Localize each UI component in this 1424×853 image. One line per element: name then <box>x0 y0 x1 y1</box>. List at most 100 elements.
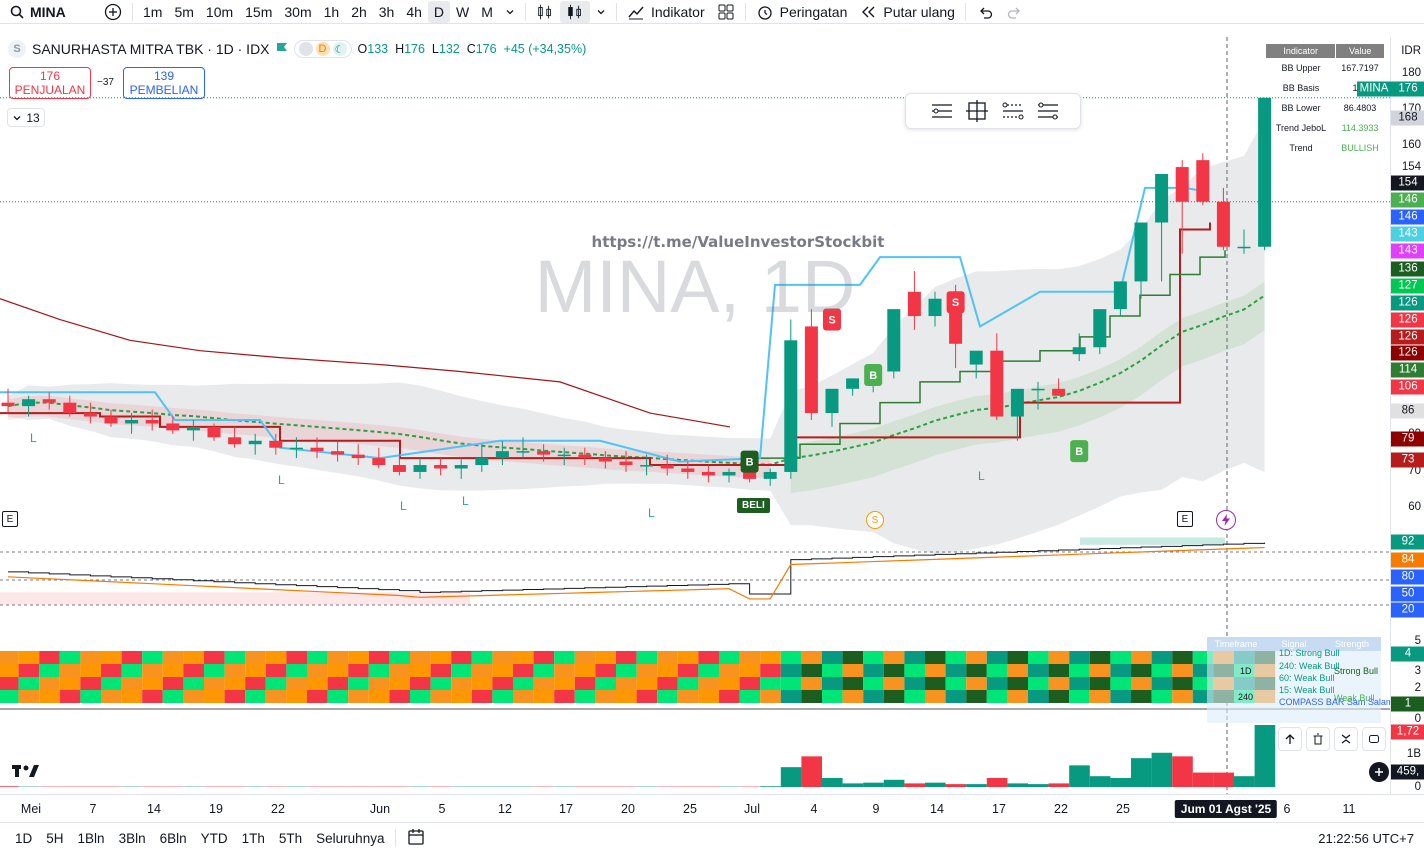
time-tick: 11 <box>1342 802 1356 816</box>
clock-timezone[interactable]: 21:22:56 UTC+7 <box>1318 831 1414 846</box>
heatmap-cell <box>224 664 246 677</box>
bolt-event-marker[interactable] <box>1216 510 1236 530</box>
split-marker[interactable]: S <box>866 511 884 529</box>
heatmap-cell <box>471 677 493 690</box>
price-chart-canvas[interactable]: SSBBBLLL LLLhttps://t.me/ValueInvestorSto… <box>0 37 1390 794</box>
heatmap-cell <box>142 690 163 703</box>
heatmap-cell <box>101 651 122 664</box>
range-button-YTD[interactable]: YTD <box>194 831 235 846</box>
heatmap-cell <box>307 690 328 703</box>
buy-button[interactable]: 139 PEMBELIAN <box>123 67 205 99</box>
chart-area[interactable]: S S B B B L L L L L Lhttps://t.me/ValueInvestorSto… <box>0 37 1390 794</box>
range-button-5H[interactable]: 5H <box>39 831 70 846</box>
channel-tool-button[interactable] <box>1000 100 1026 122</box>
ranges-tool-button[interactable] <box>1035 100 1061 122</box>
oscillator-badge: 80 <box>1391 569 1424 585</box>
range-button-Seluruhnya[interactable]: Seluruhnya <box>309 831 391 846</box>
bar-chart-style-button[interactable] <box>530 1 560 23</box>
oscillator-badge: 50 <box>1391 586 1424 602</box>
price-badge: 146 <box>1391 192 1424 208</box>
low-label: L <box>278 473 285 487</box>
chart-style-dropdown-button[interactable] <box>590 1 612 23</box>
heatmap-tick: 0 <box>1414 713 1421 725</box>
interval-button-3h[interactable]: 3h <box>373 1 401 23</box>
indicators-button[interactable]: Indikator <box>621 1 711 23</box>
heatmap-cell <box>739 664 761 677</box>
scale-add-button[interactable] <box>1369 762 1389 782</box>
redo-button[interactable] <box>1000 1 1030 23</box>
crosshair-tool-button[interactable] <box>964 100 990 122</box>
mtf-label: 1D <box>1240 666 1252 676</box>
tradingview-logo-icon <box>12 765 39 777</box>
heatmap-cell <box>780 664 802 677</box>
heatmap-cell <box>389 677 410 690</box>
heatmap-cell <box>616 664 637 677</box>
price-tick: 180 <box>1401 67 1421 79</box>
price-axis[interactable]: IDR 18017016015490807060MINA176168154146… <box>1357 37 1424 794</box>
goto-date-button[interactable] <box>400 828 432 849</box>
market-dot-icon <box>298 42 313 56</box>
heatmap-cell <box>822 690 843 703</box>
range-button-1Th[interactable]: 1Th <box>235 831 272 846</box>
replay-button[interactable]: Putar ulang <box>853 1 961 23</box>
interval-button-10m[interactable]: 10m <box>200 1 239 23</box>
heatmap-cell <box>925 690 946 703</box>
maximize-pane-button[interactable] <box>1362 727 1386 751</box>
delayed-badge: D <box>315 42 330 56</box>
heatmap-cell <box>719 690 740 703</box>
undo-button[interactable] <box>970 1 1000 23</box>
heatmap-cell <box>677 677 699 690</box>
tradingview-logo[interactable] <box>12 762 44 785</box>
heatmap-cell <box>162 664 184 677</box>
symbol-search-button[interactable]: MINA <box>0 4 98 20</box>
range-button-1D[interactable]: 1D <box>8 831 39 846</box>
market-status-pill[interactable]: D ☾ <box>293 40 352 58</box>
compare-button[interactable] <box>98 1 128 23</box>
move-pane-up-button[interactable] <box>1278 727 1302 751</box>
earnings-marker[interactable]: E <box>2 511 18 527</box>
heatmap-cell <box>574 664 596 677</box>
collapse-pane-button[interactable] <box>1334 727 1358 751</box>
heatmap-badge: 4 <box>1391 646 1424 662</box>
heatmap-cell <box>883 690 905 703</box>
indicators-collapse-button[interactable]: 13 <box>7 108 45 127</box>
interval-button-15m[interactable]: 15m <box>239 1 278 23</box>
horizontal-lines-tool-button[interactable] <box>929 100 955 122</box>
time-axis[interactable]: Mei 7 14 19 22 Jun 5 12 17 20 25 Jul 4 9 14 17 22 25 6 11 Ju… <box>0 794 1424 822</box>
sell-button[interactable]: 176 PENJUALAN <box>9 67 91 99</box>
time-tick: 17 <box>992 802 1006 816</box>
range-button-6Bln[interactable]: 6Bln <box>153 831 194 846</box>
high-label: H <box>395 42 405 56</box>
range-button-1Bln[interactable]: 1Bln <box>71 831 112 846</box>
heatmap-cell <box>265 651 287 664</box>
interval-button-4h[interactable]: 4h <box>400 1 428 23</box>
interval-dropdown-button[interactable] <box>499 1 521 23</box>
legend-title[interactable]: SANURHASTA MITRA TBK · 1D · IDX <box>32 41 270 57</box>
indicator-key: BB Basis <box>1282 83 1320 93</box>
open-value: 133 <box>367 42 389 56</box>
earnings-marker[interactable]: E <box>1177 511 1193 527</box>
interval-button-30m[interactable]: 30m <box>278 1 317 23</box>
candle <box>1196 153 1210 206</box>
heatmap-cell <box>595 690 616 703</box>
heatmap-cell <box>183 690 204 703</box>
volume-bar <box>1028 784 1049 787</box>
heatmap-cell <box>265 677 287 690</box>
alerts-button[interactable]: Peringatan <box>750 1 854 23</box>
chevron-down-icon <box>13 115 21 120</box>
range-button-3Bln[interactable]: 3Bln <box>112 831 153 846</box>
candle-chart-style-button[interactable] <box>559 0 590 23</box>
interval-button-1m[interactable]: 1m <box>137 1 168 23</box>
range-button-5Th[interactable]: 5Th <box>272 831 309 846</box>
interval-button-1h[interactable]: 1h <box>318 1 346 23</box>
interval-button-5m[interactable]: 5m <box>168 1 199 23</box>
sell-price: 176 <box>39 69 61 83</box>
delete-pane-button[interactable] <box>1306 727 1330 751</box>
heatmap-cell <box>1048 690 1070 703</box>
heatmap-cell <box>842 690 864 703</box>
interval-button-2h[interactable]: 2h <box>345 1 373 23</box>
interval-button-M[interactable]: M <box>475 1 499 23</box>
layouts-button[interactable] <box>711 1 741 23</box>
interval-button-D[interactable]: D <box>427 0 451 23</box>
interval-button-W[interactable]: W <box>450 1 475 23</box>
